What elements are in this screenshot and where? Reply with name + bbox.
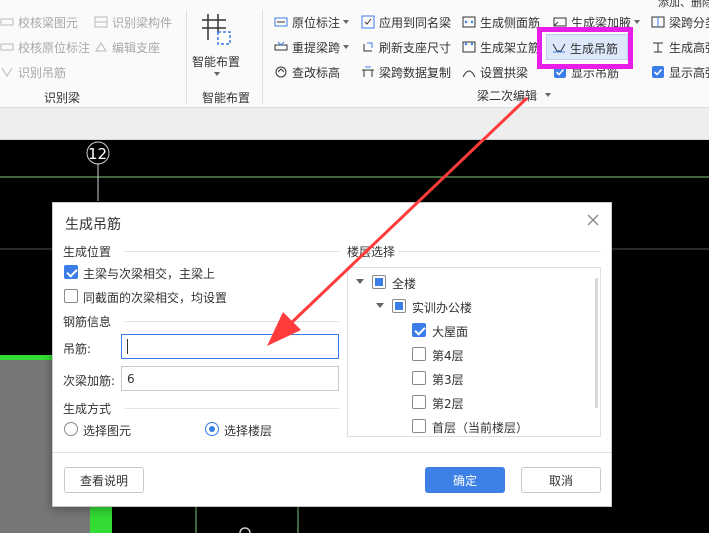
annotation-arrow xyxy=(267,96,529,346)
